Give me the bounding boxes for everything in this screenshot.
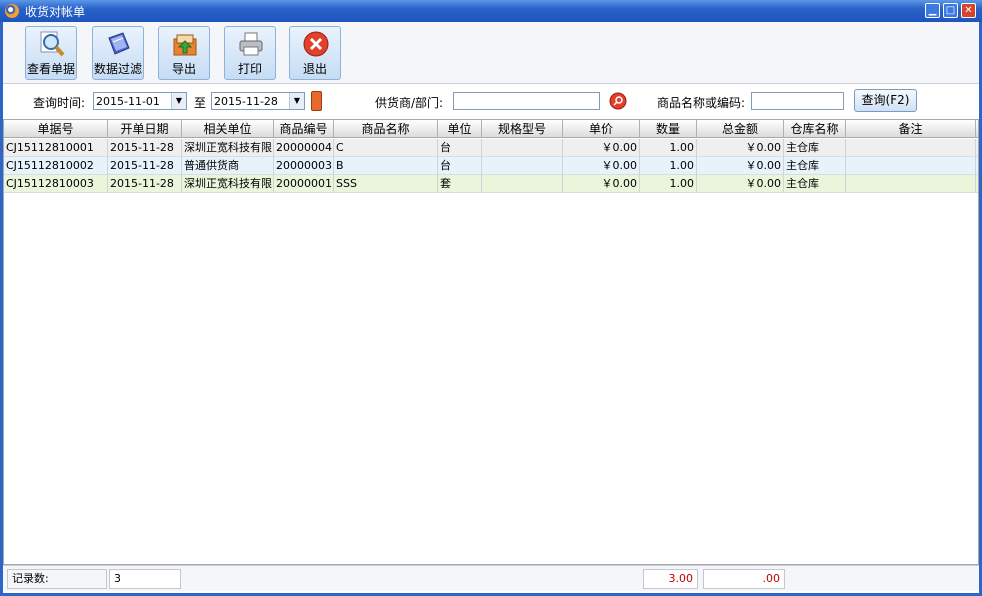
date-range-icon[interactable]	[311, 91, 322, 111]
column-header-quantity[interactable]: 数量	[640, 120, 697, 138]
column-header-spec[interactable]: 规格型号	[482, 120, 563, 138]
cell-total-amount: ￥0.00	[697, 175, 784, 193]
export-icon	[173, 34, 197, 56]
table-row[interactable]: CJ15112810001 2015-11-28 深圳正宽科技有限 20000004 C…	[4, 139, 978, 157]
cell-total-amount: ￥0.00	[697, 139, 784, 157]
cell-unit: 台	[438, 157, 482, 175]
title-bar: 收货对帐单 ▁ □ ✕	[0, 0, 982, 22]
cell-warehouse: 主仓库	[784, 139, 846, 157]
date-to-picker[interactable]: 2015-11-28 ▼	[211, 92, 305, 110]
print-button[interactable]: 打印	[224, 26, 276, 80]
export-label: 导出	[171, 62, 196, 76]
total-amount: .00	[703, 569, 785, 589]
cell-open-date: 2015-11-28	[108, 175, 182, 193]
column-header-unit[interactable]: 单位	[438, 120, 482, 138]
column-header-doc-no[interactable]: 单据号	[4, 120, 108, 138]
cell-spec	[482, 139, 563, 157]
total-quantity: 3.00	[643, 569, 698, 589]
column-header-total-amount[interactable]: 总金额	[697, 120, 784, 138]
cell-doc-no: CJ15112810001	[4, 139, 108, 157]
search-icon[interactable]	[609, 92, 627, 110]
cell-quantity: 1.00	[640, 175, 697, 193]
app-icon	[5, 4, 19, 18]
cell-unit-price: ￥0.00	[563, 175, 640, 193]
column-header-product-code[interactable]: 商品编号	[274, 120, 334, 138]
cell-related-unit: 普通供货商	[182, 157, 274, 175]
cell-product-code: 20000004	[274, 139, 334, 157]
cell-spec	[482, 157, 563, 175]
cell-related-unit: 深圳正宽科技有限	[182, 175, 274, 193]
client-area: 查看单据 数据过滤 导出 打印 退出 查询时间: 2015-11-01 ▼ 至 …	[3, 22, 979, 593]
status-bar: 记录数: 3 3.00 .00	[3, 565, 979, 591]
data-filter-button[interactable]: 数据过滤	[92, 26, 144, 80]
table-row[interactable]: CJ15112810002 2015-11-28 普通供货商 20000003 B 台 ￥0…	[4, 157, 978, 175]
cell-remark	[846, 157, 976, 175]
record-count-value: 3	[109, 569, 181, 589]
data-grid[interactable]: 单据号 开单日期 相关单位 商品编号 商品名称 单位 规格型号 单价 数量 总金额 仓库名称 备注 C…	[3, 119, 979, 565]
minimize-button[interactable]: ▁	[925, 3, 940, 18]
data-filter-label: 数据过滤	[93, 62, 142, 76]
app-window: 收货对帐单 ▁ □ ✕ 查看单据 数据过滤 导出 打印 退出 查询时间: 201…	[0, 0, 982, 596]
cell-open-date: 2015-11-28	[108, 139, 182, 157]
close-button[interactable]: ✕	[961, 3, 976, 18]
cell-product-name: C	[334, 139, 438, 157]
filter-bar: 查询时间: 2015-11-01 ▼ 至 2015-11-28 ▼ 供货商/部门…	[3, 85, 979, 119]
cell-remark	[846, 139, 976, 157]
cell-doc-no: CJ15112810002	[4, 157, 108, 175]
column-header-remark[interactable]: 备注	[846, 120, 976, 138]
date-to-value: 2015-11-28	[214, 95, 278, 108]
cell-unit-price: ￥0.00	[563, 139, 640, 157]
book-icon	[108, 32, 130, 55]
exit-button[interactable]: 退出	[289, 26, 341, 80]
column-header-warehouse[interactable]: 仓库名称	[784, 120, 846, 138]
cell-product-name: B	[334, 157, 438, 175]
exit-label: 退出	[302, 62, 327, 76]
table-row[interactable]: CJ15112810003 2015-11-28 深圳正宽科技有限 20000001 S…	[4, 175, 978, 193]
product-input[interactable]	[751, 92, 844, 110]
printer-icon	[239, 32, 263, 56]
cell-unit: 台	[438, 139, 482, 157]
column-header-open-date[interactable]: 开单日期	[108, 120, 182, 138]
print-label: 打印	[237, 62, 262, 76]
cell-product-name: SSS	[334, 175, 438, 193]
cell-quantity: 1.00	[640, 157, 697, 175]
date-from-value: 2015-11-01	[96, 95, 160, 108]
cell-remark	[846, 175, 976, 193]
chevron-down-icon[interactable]: ▼	[171, 93, 186, 109]
cell-quantity: 1.00	[640, 139, 697, 157]
cell-unit: 套	[438, 175, 482, 193]
cell-product-code: 20000001	[274, 175, 334, 193]
close-circle-icon	[303, 31, 329, 57]
magnifier-icon	[40, 31, 65, 57]
window-title: 收货对帐单	[25, 5, 86, 19]
query-button[interactable]: 查询(F2)	[854, 89, 917, 112]
cell-total-amount: ￥0.00	[697, 157, 784, 175]
product-label: 商品名称或编码:	[657, 96, 746, 110]
maximize-button[interactable]: □	[943, 3, 958, 18]
view-document-button[interactable]: 查看单据	[25, 26, 77, 80]
cell-related-unit: 深圳正宽科技有限	[182, 139, 274, 157]
column-header-unit-price[interactable]: 单价	[563, 120, 640, 138]
cell-unit-price: ￥0.00	[563, 157, 640, 175]
cell-spec	[482, 175, 563, 193]
cell-warehouse: 主仓库	[784, 175, 846, 193]
cell-doc-no: CJ15112810003	[4, 175, 108, 193]
cell-open-date: 2015-11-28	[108, 157, 182, 175]
query-time-label: 查询时间:	[33, 96, 86, 110]
toolbar: 查看单据 数据过滤 导出 打印 退出	[3, 22, 979, 84]
column-header-product-name[interactable]: 商品名称	[334, 120, 438, 138]
chevron-down-icon[interactable]: ▼	[289, 93, 304, 109]
export-button[interactable]: 导出	[158, 26, 210, 80]
to-label: 至	[194, 96, 207, 110]
column-header-related-unit[interactable]: 相关单位	[182, 120, 274, 138]
date-from-picker[interactable]: 2015-11-01 ▼	[93, 92, 187, 110]
view-document-label: 查看单据	[26, 62, 75, 76]
cell-product-code: 20000003	[274, 157, 334, 175]
record-count-label: 记录数:	[7, 569, 107, 589]
supplier-label: 供货商/部门:	[375, 96, 444, 110]
supplier-input[interactable]	[453, 92, 600, 110]
cell-warehouse: 主仓库	[784, 157, 846, 175]
grid-header: 单据号 开单日期 相关单位 商品编号 商品名称 单位 规格型号 单价 数量 总金额 仓库名称 备注	[4, 120, 978, 138]
